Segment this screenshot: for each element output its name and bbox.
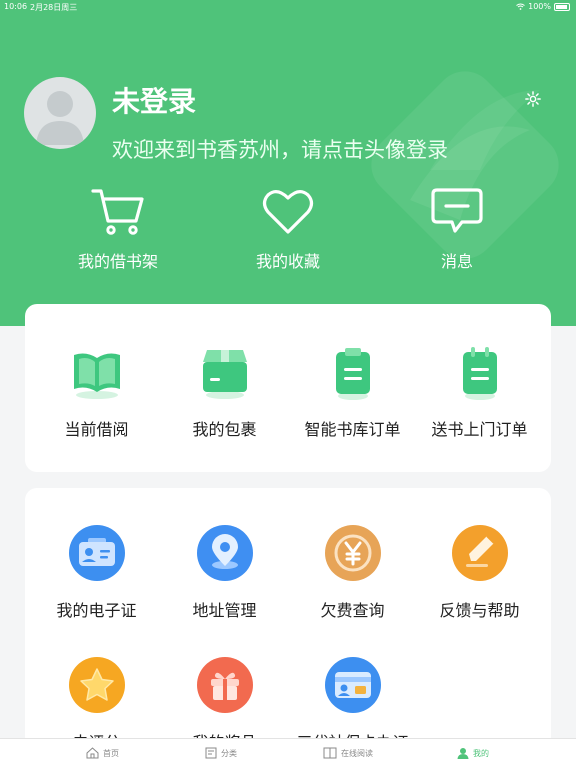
- avatar[interactable]: [24, 77, 96, 149]
- service-label: 反馈与帮助: [439, 601, 520, 620]
- order-label: 智能书库订单: [304, 420, 401, 439]
- order-label: 送书上门订单: [431, 420, 528, 439]
- battery-icon: [554, 2, 570, 11]
- star-icon: [68, 657, 125, 713]
- clipboard-icon: [462, 347, 497, 400]
- battery-percent: 100%: [528, 2, 551, 11]
- package-icon: [202, 350, 247, 399]
- order-label: 当前借阅: [64, 420, 129, 439]
- service-label: 地址管理: [192, 601, 257, 620]
- service-label: 欠费查询: [320, 601, 385, 620]
- services-card: 我的电子证 地址管理 欠费查询 反馈与帮助: [25, 488, 551, 748]
- service-arrears[interactable]: 欠费查询: [287, 525, 418, 621]
- pencil-icon: [451, 525, 508, 581]
- quick-action-label: 我的收藏: [255, 252, 320, 271]
- quick-action-messages[interactable]: 消息: [382, 186, 532, 272]
- tab-mine[interactable]: 我的: [457, 747, 489, 759]
- service-address[interactable]: 地址管理: [159, 525, 290, 621]
- message-icon: [431, 188, 483, 233]
- status-bar: 10:06 2月28日周三 100%: [0, 0, 576, 14]
- service-e-card[interactable]: 我的电子证: [31, 525, 162, 621]
- tab-bar: 首页 分类 在线阅读 我的: [0, 738, 576, 769]
- status-date: 2月28日周三: [30, 3, 78, 12]
- order-current-borrow[interactable]: 当前借阅: [31, 346, 162, 440]
- tab-label: 在线阅读: [341, 748, 373, 758]
- login-prompt[interactable]: 欢迎来到书香苏州，请点击头像登录: [112, 134, 448, 164]
- book-icon: [323, 747, 337, 759]
- user-silhouette-icon: [36, 91, 84, 145]
- id-card-icon: [68, 525, 125, 581]
- home-icon: [86, 747, 99, 759]
- tab-label: 分类: [221, 748, 237, 758]
- wifi-icon: [516, 3, 525, 10]
- heart-icon: [262, 190, 314, 234]
- tab-label: 首页: [103, 748, 119, 758]
- status-time: 10:06: [4, 2, 28, 11]
- order-card: 当前借阅 我的包裹 智能书库订单 送书上门订单: [25, 304, 551, 472]
- tab-label: 我的: [473, 748, 489, 758]
- service-label: 我的电子证: [56, 601, 137, 620]
- cart-icon: [91, 189, 144, 235]
- gift-icon: [196, 657, 253, 713]
- category-icon: [205, 747, 217, 759]
- social-security-card-icon: [324, 657, 381, 713]
- tab-category[interactable]: 分类: [205, 747, 237, 759]
- service-prizes[interactable]: 我的奖品: [159, 657, 290, 748]
- settings-gear-icon[interactable]: [524, 90, 542, 108]
- user-icon: [457, 748, 469, 759]
- tab-home[interactable]: 首页: [86, 747, 119, 759]
- service-social-security-card[interactable]: 三代社保卡办证: [287, 657, 418, 748]
- clipboard-icon: [335, 348, 370, 400]
- order-label: 我的包裹: [192, 420, 257, 439]
- open-book-icon: [73, 353, 120, 399]
- tab-online-reading[interactable]: 在线阅读: [323, 747, 373, 759]
- location-pin-icon: [196, 525, 253, 581]
- user-name[interactable]: 未登录: [112, 80, 196, 120]
- yen-coin-icon: [324, 525, 381, 581]
- service-feedback[interactable]: 反馈与帮助: [414, 525, 545, 621]
- order-smart-library[interactable]: 智能书库订单: [287, 346, 418, 440]
- quick-action-label: 我的借书架: [77, 252, 158, 271]
- order-home-delivery[interactable]: 送书上门订单: [414, 346, 545, 440]
- quick-action-label: 消息: [440, 252, 473, 271]
- quick-action-borrow-shelf[interactable]: 我的借书架: [43, 186, 193, 272]
- service-rate[interactable]: 去评分: [31, 657, 162, 748]
- quick-action-favorites[interactable]: 我的收藏: [213, 186, 363, 272]
- order-my-package[interactable]: 我的包裹: [159, 346, 290, 440]
